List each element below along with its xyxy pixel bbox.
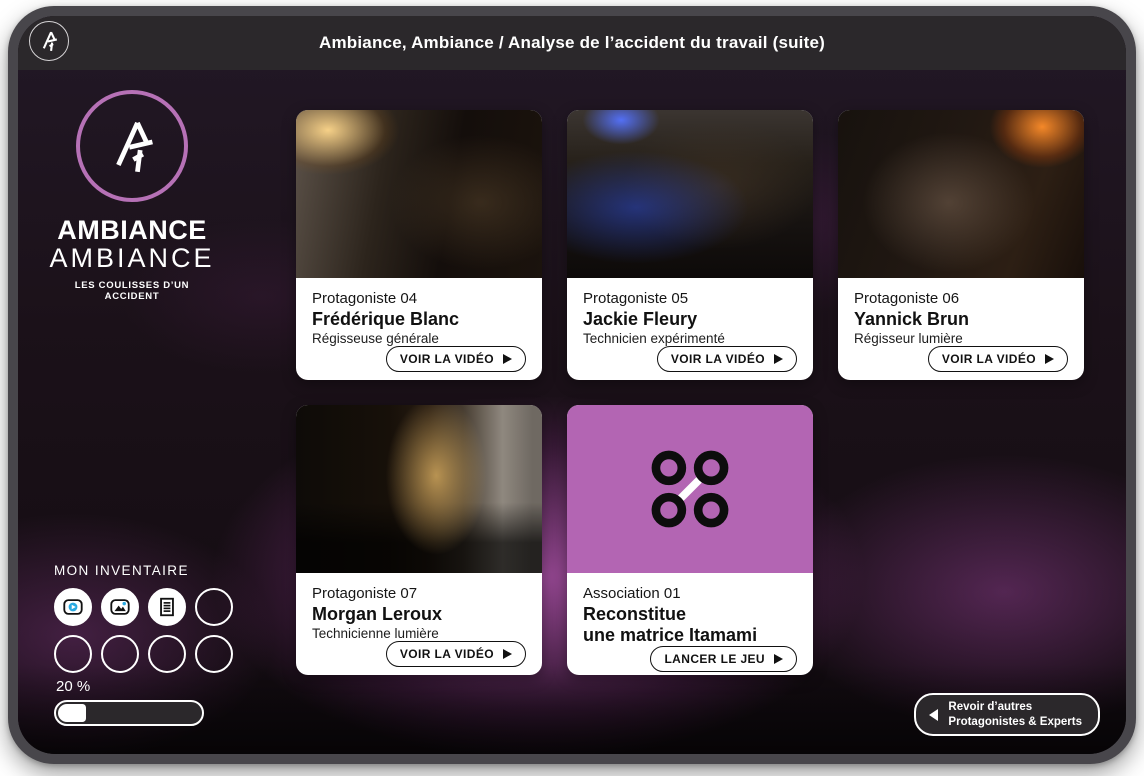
inventory-slot-empty	[148, 635, 186, 673]
card-protagoniste-07: Protagoniste 07 Morgan Leroux Technicien…	[296, 405, 542, 675]
card-protagoniste-04: Protagoniste 04 Frédérique Blanc Régisse…	[296, 110, 542, 380]
photo-yannick-brun	[838, 110, 1084, 278]
progress-label: 20 %	[56, 678, 204, 695]
home-logo-button[interactable]	[29, 21, 69, 61]
card-role: Régisseuse générale	[312, 331, 526, 346]
inventory-slot-empty	[101, 635, 139, 673]
play-icon	[503, 649, 512, 659]
inventory-slot-video[interactable]	[54, 588, 92, 626]
matrix-four-circles-icon	[642, 441, 738, 537]
app-screen: Ambiance, Ambiance / Analyse de l’accide…	[18, 16, 1126, 754]
brand-block: AMBIANCE AMBIANCE LES COULISSES D’UN ACC…	[48, 90, 216, 302]
ambiance-logo-icon	[98, 112, 166, 180]
card-protagoniste-05: Protagoniste 05 Jackie Fleury Technicien…	[567, 110, 813, 380]
image-icon	[109, 596, 131, 618]
card-role: Technicienne lumière	[312, 626, 526, 641]
card-name: Frédérique Blanc	[312, 309, 526, 330]
inventory-slot-document[interactable]	[148, 588, 186, 626]
inventory-grid	[54, 588, 233, 673]
video-icon	[62, 596, 84, 618]
document-icon	[156, 596, 178, 618]
back-button-line2: Protagonistes & Experts	[948, 716, 1082, 728]
card-protagoniste-06: Protagoniste 06 Yannick Brun Régisseur l…	[838, 110, 1084, 380]
play-icon	[503, 354, 512, 364]
card-name: Morgan Leroux	[312, 604, 526, 625]
card-title-line2: une matrice Itamami	[583, 625, 797, 646]
cards-grid: Protagoniste 04 Frédérique Blanc Régisse…	[296, 110, 1084, 675]
card-eyebrow: Protagoniste 04	[312, 290, 526, 309]
brand-logo-circle	[76, 90, 188, 202]
brand-subtitle: LES COULISSES D’UN ACCIDENT	[48, 280, 216, 302]
card-eyebrow: Association 01	[583, 585, 797, 604]
top-bar: Ambiance, Ambiance / Analyse de l’accide…	[18, 16, 1126, 70]
photo-jackie-fleury	[567, 110, 813, 278]
card-association-01: Association 01 Reconstitue une matrice I…	[567, 405, 813, 675]
card-title-line1: Reconstitue	[583, 604, 797, 625]
tablet-frame: Ambiance, Ambiance / Analyse de l’accide…	[8, 6, 1136, 764]
card-role: Régisseur lumière	[854, 331, 1068, 346]
inventory-slot-empty	[195, 635, 233, 673]
play-icon	[774, 654, 783, 664]
card-eyebrow: Protagoniste 07	[312, 585, 526, 604]
photo-morgan-leroux	[296, 405, 542, 573]
play-icon	[774, 354, 783, 364]
ambiance-logo-icon	[36, 28, 62, 54]
brand-title-line1: AMBIANCE	[48, 216, 216, 244]
lancer-le-jeu-button[interactable]: LANCER LE JEU	[650, 646, 797, 672]
inventory-slot-empty	[54, 635, 92, 673]
brand-title-line2: AMBIANCE	[48, 244, 216, 274]
inventory-panel: MON INVENTAIRE	[54, 563, 233, 673]
progress-bar	[54, 700, 204, 726]
voir-la-video-button[interactable]: VOIR LA VIDÉO	[657, 346, 797, 372]
photo-frederique-blanc	[296, 110, 542, 278]
association-illustration	[567, 405, 813, 573]
inventory-slot-image[interactable]	[101, 588, 139, 626]
page-title: Ambiance, Ambiance / Analyse de l’accide…	[319, 33, 825, 53]
card-eyebrow: Protagoniste 05	[583, 290, 797, 309]
play-icon	[1045, 354, 1054, 364]
progress-fill	[58, 704, 86, 722]
progress-section: 20 %	[54, 678, 204, 726]
card-role: Technicien expérimenté	[583, 331, 797, 346]
revoir-protagonistes-button[interactable]: Revoir d’autres Protagonistes & Experts	[914, 693, 1100, 736]
voir-la-video-button[interactable]: VOIR LA VIDÉO	[386, 346, 526, 372]
card-name: Yannick Brun	[854, 309, 1068, 330]
voir-la-video-button[interactable]: VOIR LA VIDÉO	[386, 641, 526, 667]
voir-la-video-button[interactable]: VOIR LA VIDÉO	[928, 346, 1068, 372]
inventory-slot-empty	[195, 588, 233, 626]
card-name: Jackie Fleury	[583, 309, 797, 330]
back-button-line1: Revoir d’autres	[948, 701, 1032, 713]
card-eyebrow: Protagoniste 06	[854, 290, 1068, 309]
back-arrow-icon	[929, 709, 938, 721]
inventory-label: MON INVENTAIRE	[54, 563, 233, 578]
